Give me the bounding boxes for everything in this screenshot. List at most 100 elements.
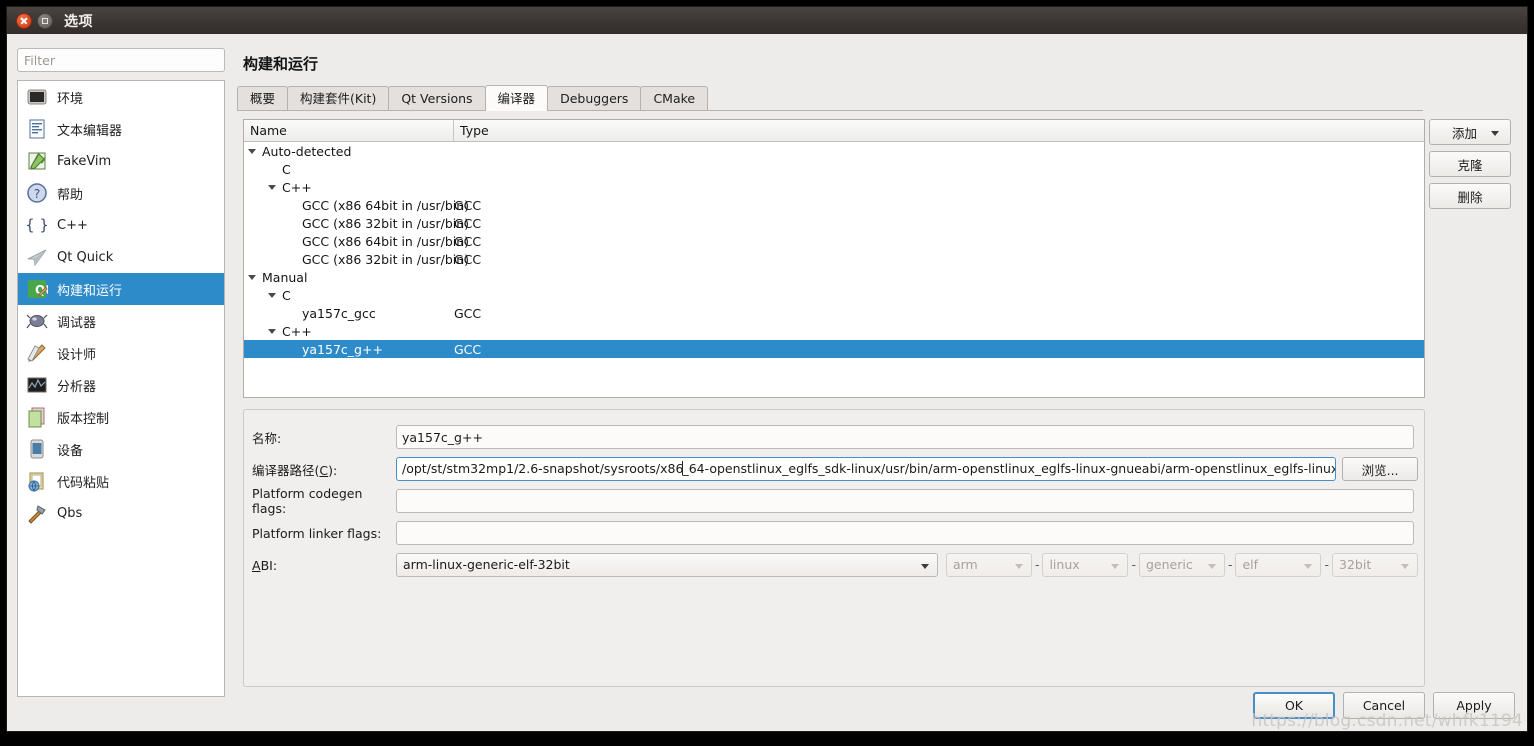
abi-part-select-2[interactable]: generic [1138,553,1225,577]
chevron-down-icon[interactable] [248,274,256,280]
cancel-button[interactable]: Cancel [1343,692,1425,719]
tree-column-type[interactable]: Type [454,120,1424,141]
sidebar-item-8[interactable]: 设计师 [18,337,224,369]
sidebar-item-1[interactable]: 文本编辑器 [18,113,224,145]
screen: 选项 环境文本编辑器 FakeVim ? 帮助 { } C++ Qt Quick Qt 构建和运… [0,0,1534,746]
svg-text:?: ? [34,187,40,201]
abi-label: ABI: [252,558,396,573]
abi-separator: - [1324,557,1329,572]
version-control-icon [26,406,48,428]
clone-button[interactable]: 克隆 [1429,151,1511,177]
tree-row[interactable]: Manual [244,268,1424,286]
sidebar-item-9[interactable]: 分析器 [18,369,224,401]
environment-icon [26,86,48,108]
codegen-flags-input[interactable] [396,489,1414,513]
compiler-details-group: 名称: 编译器路径(C): /opt/st/stm32mp1/2.6-snaps… [243,409,1425,687]
abi-part-select-4[interactable]: 32bit [1332,553,1418,577]
sidebar-item-3[interactable]: ? 帮助 [18,177,224,209]
sidebar-item-label: 版本控制 [57,411,110,427]
name-input[interactable] [396,425,1414,449]
tree-row-name-cell: GCC (x86 32bit in /usr/bin) [244,252,469,267]
compiler-path-input[interactable]: /opt/st/stm32mp1/2.6-snapshot/sysroots/x… [396,457,1337,481]
sidebar-item-label: 设备 [57,443,84,459]
tree-row-name-cell: C++ [244,180,454,195]
tab-1[interactable]: 构建套件(Kit) [287,86,390,110]
fakevim-icon [26,150,48,172]
browse-button[interactable]: 浏览... [1342,457,1418,481]
sidebar-item-12[interactable]: 代码粘贴 [18,465,224,497]
tree-row[interactable]: GCC (x86 32bit in /usr/bin) GCC [244,250,1424,268]
tree-rows: Auto-detected C C++ GCC (x86 64bit in /usr/… [244,142,1424,358]
abi-part-select-3[interactable]: elf [1235,553,1322,577]
sidebar-item-11[interactable]: 设备 [18,433,224,465]
tree-row-name-cell: ya157c_gcc [244,306,454,321]
tree-row[interactable]: GCC (x86 64bit in /usr/bin) GCC [244,232,1424,250]
tree-row[interactable]: ya157c_gcc GCC [244,304,1424,322]
maximize-icon[interactable] [37,12,53,29]
tree-row[interactable]: C++ [244,322,1424,340]
sidebar-item-0[interactable]: 环境 [18,81,224,113]
close-icon[interactable] [16,12,32,29]
ok-button[interactable]: OK [1253,692,1335,719]
tree-row[interactable]: C [244,160,1424,178]
sidebar-item-4[interactable]: { } C++ [18,209,224,241]
help-icon: ? [26,182,48,204]
sidebar-item-label: 调试器 [57,315,97,331]
text-editor-icon [26,118,48,140]
sidebar-item-label: FakeVim [57,153,112,169]
sidebar-item-label: 文本编辑器 [57,123,123,139]
tree-row-name: C++ [282,179,312,195]
chevron-down-icon[interactable] [268,328,276,334]
filter-input[interactable] [17,48,225,72]
sidebar-item-label: 分析器 [57,379,97,395]
tree-row[interactable]: C++ [244,178,1424,196]
tree-column-name[interactable]: Name [244,120,454,141]
remove-button[interactable]: 删除 [1429,183,1511,209]
title-bar: 选项 [7,7,1527,34]
compiler-path-label-post: ): [328,462,338,478]
linker-flags-input[interactable] [396,521,1414,545]
sidebar-category-list[interactable]: 环境文本编辑器 FakeVim ? 帮助 { } C++ Qt Quick Qt 构建和运行调试… [17,80,225,697]
sidebar-item-10[interactable]: 版本控制 [18,401,224,433]
chevron-down-icon[interactable] [268,292,276,298]
abi-select[interactable]: arm-linux-generic-elf-32bit [396,553,938,577]
tree-header: Name Type [244,120,1424,142]
tab-2[interactable]: Qt Versions [388,86,486,110]
chevron-down-icon[interactable] [268,184,276,190]
tab-bar[interactable]: 概要 构建套件(Kit) Qt Versions 编译器 Debuggers CMake [237,85,1423,111]
abi-separator: - [1131,557,1136,572]
tree-row-name-cell: GCC (x86 64bit in /usr/bin) [244,234,469,249]
sidebar-item-13[interactable]: Qbs [18,497,224,529]
tree-row[interactable]: GCC (x86 32bit in /usr/bin) GCC [244,214,1424,232]
chevron-down-icon[interactable] [248,148,256,154]
tab-3[interactable]: 编译器 [484,85,549,111]
tab-5[interactable]: CMake [640,86,709,110]
compilers-tree[interactable]: Name Type Auto-detected C C++ GCC (x86 64bi… [243,119,1425,398]
sidebar-item-5[interactable]: Qt Quick [18,241,224,273]
tree-row[interactable]: GCC (x86 64bit in /usr/bin) GCC [244,196,1424,214]
tab-4[interactable]: Debuggers [547,86,642,110]
abi-part-select-1[interactable]: linux [1042,553,1129,577]
sidebar-item-6[interactable]: Qt 构建和运行 [18,273,224,305]
tree-row[interactable]: ya157c_g++ GCC [244,340,1424,358]
cpp-icon: { } [26,214,48,236]
tree-row-name-cell: C [244,288,454,303]
apply-button[interactable]: Apply [1433,692,1515,719]
tree-row[interactable]: Auto-detected [244,142,1424,160]
tab-0[interactable]: 概要 [237,86,289,110]
sidebar-item-label: C++ [57,217,88,233]
sidebar-item-2[interactable]: FakeVim [18,145,224,177]
add-button[interactable]: 添加 [1429,119,1511,145]
code-paste-icon [26,470,48,492]
tree-row-type: GCC [454,215,482,231]
dialog-footer: OK Cancel Apply [1253,692,1515,719]
compiler-path-label-mnemonic: C [319,462,329,478]
debugger-icon [26,310,48,332]
sidebar-item-7[interactable]: 调试器 [18,305,224,337]
tree-row-name: ya157c_gcc [302,305,376,321]
tree-row[interactable]: C [244,286,1424,304]
sidebar-item-label: 代码粘贴 [57,475,110,491]
svg-text:{ }: { } [26,216,48,234]
abi-part-select-0[interactable]: arm [945,553,1032,577]
tree-row-name: GCC (x86 64bit in /usr/bin) [302,233,470,249]
